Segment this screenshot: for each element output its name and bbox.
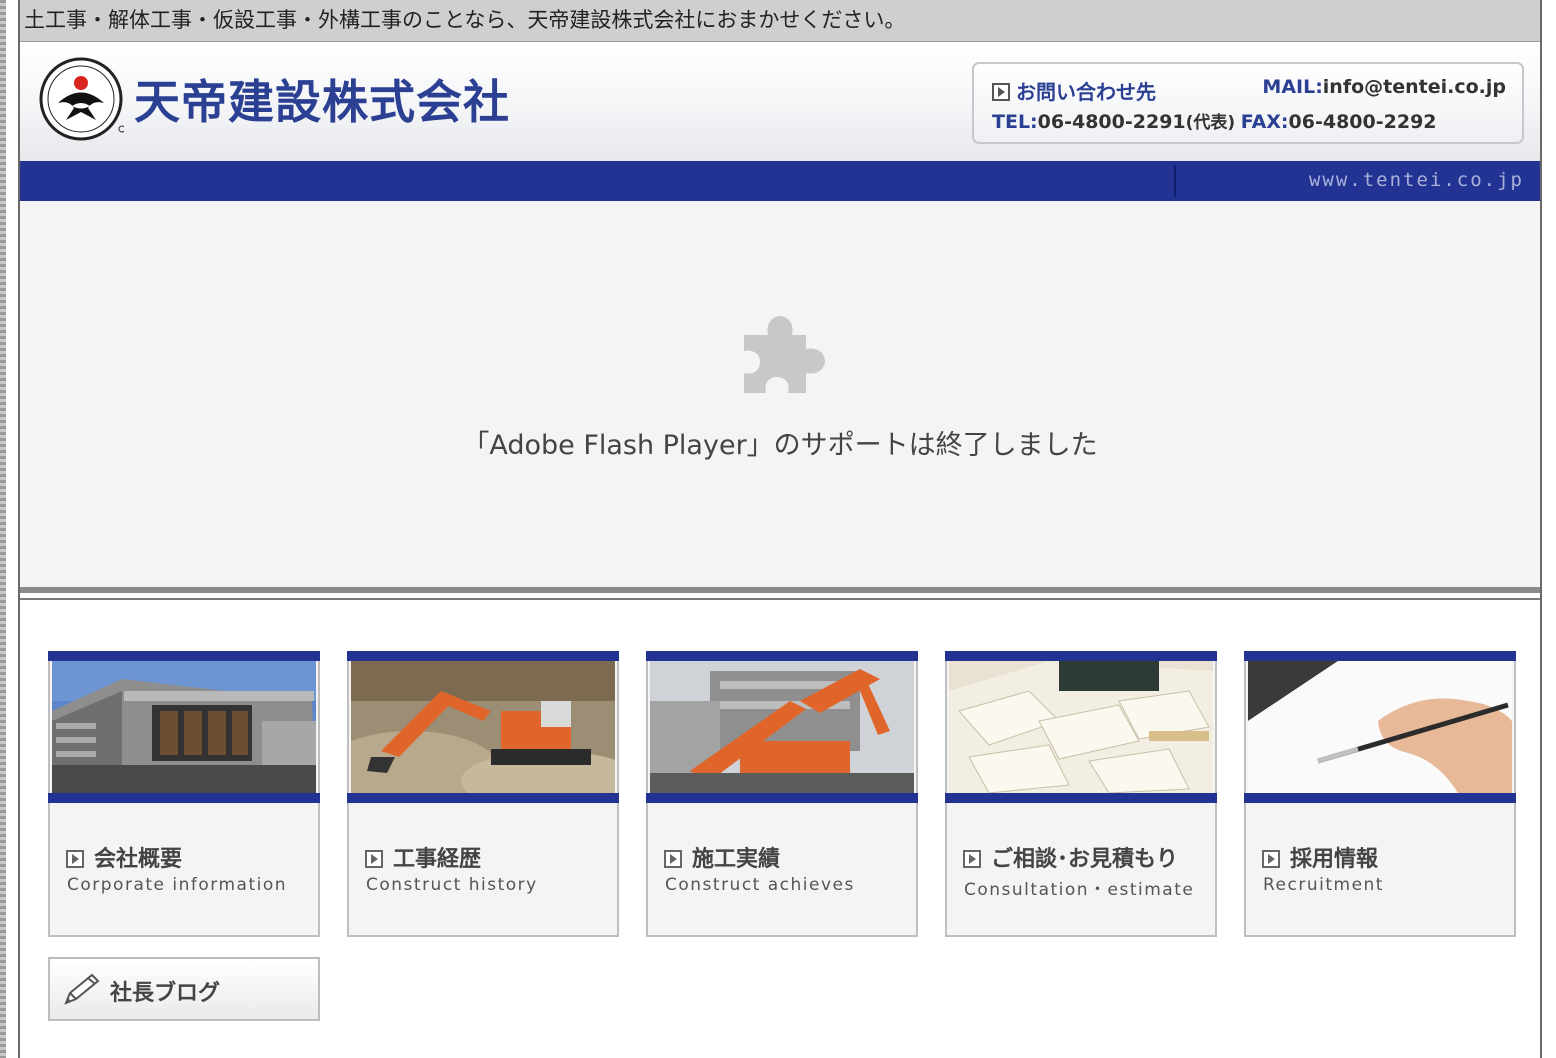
tel-label: TEL:: [992, 111, 1038, 133]
nav-band: www.tentei.co.jp: [20, 161, 1540, 201]
card-subtitle: Recruitment: [1263, 875, 1384, 895]
card-bottom-strip: [646, 793, 918, 803]
fax-value: 06-4800-2292: [1288, 111, 1437, 133]
card-title-text: 会社概要: [94, 847, 183, 872]
contact-title: お問い合わせ先: [1016, 80, 1156, 104]
card-top-strip: [48, 651, 320, 661]
card-bottom-strip: [48, 793, 320, 803]
card-recruitment[interactable]: 採用情報 Recruitment: [1244, 651, 1516, 937]
card-bottom-strip: [1244, 793, 1516, 803]
mail-value: info@tentei.co.jp: [1322, 76, 1506, 98]
company-logo-icon[interactable]: [38, 56, 124, 142]
arrow-box-icon: [1262, 850, 1280, 868]
site-url: www.tentei.co.jp: [1308, 169, 1524, 191]
flash-unsupported-message: 「Adobe Flash Player」のサポートは終了しました: [462, 430, 1098, 461]
nav-divider: [1174, 165, 1176, 197]
documents-photo: [949, 661, 1213, 793]
card-title: ご相談･お見積もり: [963, 841, 1178, 873]
card-subtitle: Construct achieves: [665, 875, 855, 895]
card-bottom-strip: [347, 793, 619, 803]
card-top-strip: [646, 651, 918, 661]
fax-value-wrap: 06-4800-2292: [1289, 111, 1437, 133]
mail-line[interactable]: MAIL:info@tentei.co.jp: [1262, 76, 1506, 98]
contact-box: お問い合わせ先 MAIL:info@tentei.co.jp TEL:06-48…: [972, 62, 1524, 144]
mail-label: MAIL:: [1262, 76, 1323, 98]
tel-value-wrap: 06-4800-2291: [1038, 111, 1186, 133]
card-title-text: 工事経歴: [393, 847, 482, 872]
left-edge-bar: [0, 0, 6, 1058]
site-header: 天帝建設株式会社 お問い合わせ先 MAIL:info@tentei.co.jp …: [20, 42, 1540, 161]
card-title: 工事経歴: [365, 841, 481, 873]
card-title: 会社概要: [66, 841, 182, 873]
card-title: 施工実績: [664, 841, 780, 873]
president-blog-label: 社長ブログ: [110, 981, 221, 1006]
card-subtitle: Construct history: [366, 875, 538, 895]
excavator-site-photo: [351, 661, 615, 793]
demolition-site-photo: [650, 661, 914, 793]
arrow-box-icon: [963, 850, 981, 868]
separator-thin: [20, 598, 1540, 600]
card-title-text: 施工実績: [692, 847, 781, 872]
tel-value: 06-4800-2291: [1037, 111, 1186, 133]
page-frame: 土工事・解体工事・仮設工事・外構工事のことなら、天帝建設株式会社におまかせくださ…: [18, 0, 1542, 1058]
company-name[interactable]: 天帝建設株式会社: [134, 66, 510, 132]
card-corporate-information[interactable]: 会社概要 Corporate information: [48, 651, 320, 937]
arrow-box-icon: [664, 850, 682, 868]
card-title: 採用情報: [1262, 841, 1378, 873]
card-consultation-estimate[interactable]: ご相談･お見積もり Consultation・estimate: [945, 651, 1217, 937]
card-top-strip: [1244, 651, 1516, 661]
card-subtitle: Corporate information: [67, 875, 288, 895]
arrow-box-icon: [66, 850, 84, 868]
card-top-strip: [945, 651, 1217, 661]
office-building-photo: [52, 661, 316, 793]
puzzle-plugin-icon: [744, 316, 825, 393]
card-title-text: ご相談･お見積もり: [991, 847, 1179, 872]
president-blog-button[interactable]: 社長ブログ: [48, 957, 320, 1021]
separator-thick: [20, 587, 1540, 593]
flash-placeholder: 「Adobe Flash Player」のサポートは終了しました: [20, 201, 1540, 587]
contact-row-1: お問い合わせ先 MAIL:info@tentei.co.jp: [992, 76, 1506, 104]
arrow-box-icon: [992, 83, 1010, 101]
contact-row-2: TEL:06-4800-2291(代表) FAX:06-4800-2292: [992, 108, 1512, 134]
card-subtitle: Consultation・estimate: [964, 880, 1195, 900]
tel-note: (代表): [1185, 113, 1236, 133]
card-top-strip: [347, 651, 619, 661]
writing-hand-photo: [1248, 661, 1512, 793]
pencil-icon: [64, 973, 100, 1005]
card-title-text: 採用情報: [1290, 847, 1379, 872]
arrow-box-icon: [365, 850, 383, 868]
card-bottom-strip: [945, 793, 1217, 803]
top-banner-text: 土工事・解体工事・仮設工事・外構工事のことなら、天帝建設株式会社におまかせくださ…: [20, 0, 1540, 42]
card-construct-achieves[interactable]: 施工実績 Construct achieves: [646, 651, 918, 937]
fax-label: FAX:: [1240, 111, 1289, 133]
card-construct-history[interactable]: 工事経歴 Construct history: [347, 651, 619, 937]
